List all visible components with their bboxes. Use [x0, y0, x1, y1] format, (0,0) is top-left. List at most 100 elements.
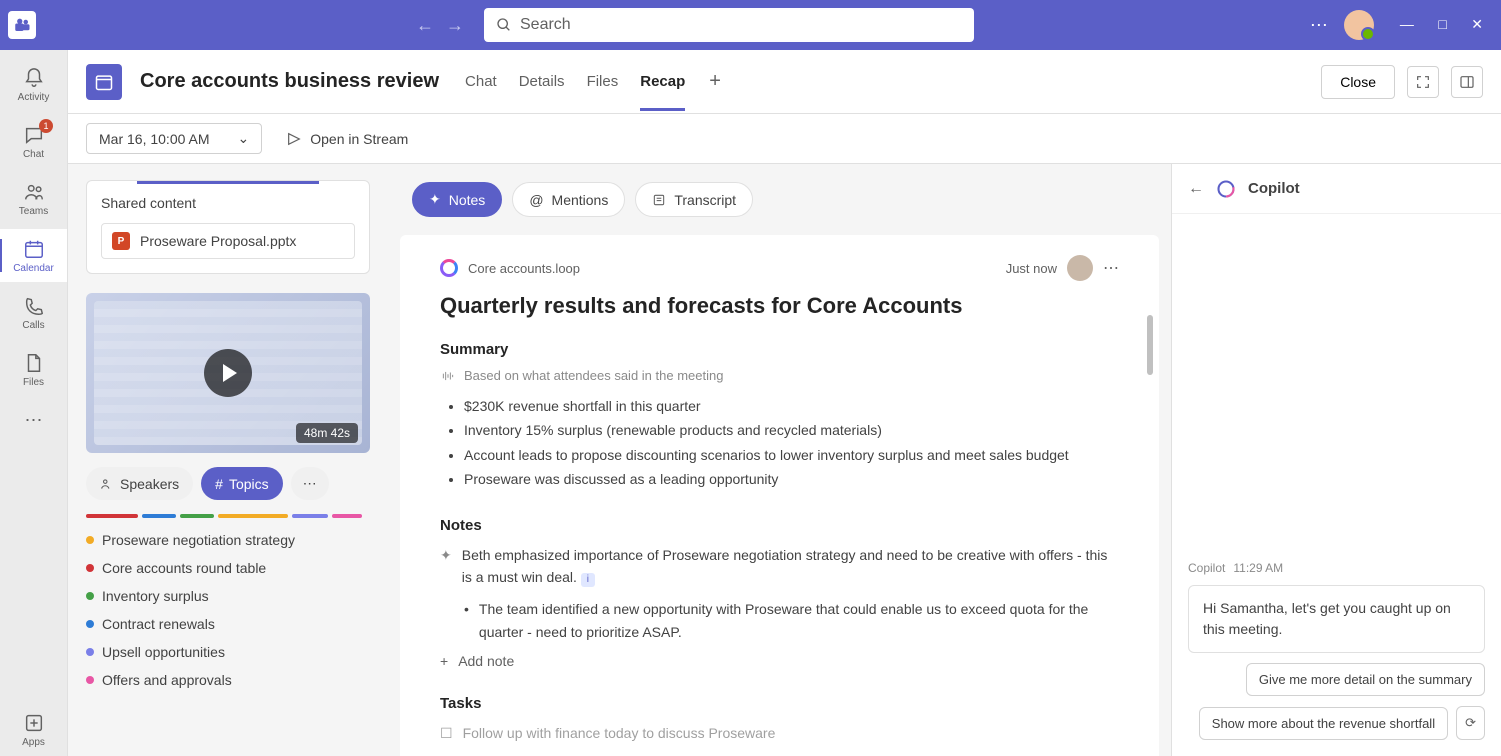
note-item: ✦ Beth emphasized importance of Prosewar… [440, 544, 1119, 589]
summary-item: Account leads to propose discounting sce… [464, 444, 1119, 466]
window-maximize-icon[interactable]: □ [1428, 10, 1456, 38]
apps-icon [22, 711, 46, 735]
loop-source[interactable]: Core accounts.loop [468, 261, 580, 276]
transcript-tab[interactable]: Transcript [635, 182, 753, 217]
more-icon: ⋯ [22, 408, 46, 432]
nav-back-icon[interactable]: ← [416, 15, 434, 36]
meeting-instance-dropdown[interactable]: Mar 16, 10:00 AM ⌄ [86, 123, 262, 154]
settings-more-icon[interactable]: ⋯ [1310, 15, 1328, 36]
add-tab-button[interactable]: + [703, 70, 727, 93]
close-button[interactable]: Close [1321, 65, 1395, 99]
user-avatar[interactable] [1344, 10, 1374, 40]
timeline-segment[interactable] [332, 514, 362, 518]
copilot-suggestion-2[interactable]: Show more about the revenue shortfall [1199, 707, 1448, 740]
copilot-message-meta: Copilot 11:29 AM [1188, 561, 1485, 575]
timeline-segment[interactable] [292, 514, 328, 518]
topic-item[interactable]: Upsell opportunities [86, 644, 370, 660]
topic-dot-icon [86, 648, 94, 656]
ai-sparkle-icon: ✦ [440, 544, 452, 589]
topic-dot-icon [86, 592, 94, 600]
notes-title: Quarterly results and forecasts for Core… [440, 293, 1119, 319]
more-pill[interactable]: ⋯ [291, 467, 329, 500]
notes-more-icon[interactable]: ⋯ [1103, 258, 1119, 278]
expand-icon[interactable] [1407, 66, 1439, 98]
recording-thumbnail[interactable]: 48m 42s [86, 293, 370, 453]
people-icon [22, 180, 46, 204]
hash-icon: # [215, 476, 223, 492]
copilot-suggestion-1[interactable]: Give me more detail on the summary [1246, 663, 1485, 696]
rail-more[interactable]: ⋯ [0, 400, 67, 440]
rail-teams[interactable]: Teams [0, 172, 67, 225]
tab-chat[interactable]: Chat [465, 53, 497, 111]
topic-label: Upsell opportunities [102, 644, 225, 660]
window-close-icon[interactable]: ✕ [1461, 10, 1493, 38]
info-badge-icon[interactable]: i [581, 573, 595, 587]
rail-files[interactable]: Files [0, 343, 67, 396]
topic-timeline [86, 514, 370, 518]
topic-dot-icon [86, 620, 94, 628]
copilot-refresh-button[interactable]: ⟳ [1456, 706, 1485, 740]
topic-item[interactable]: Proseware negotiation strategy [86, 532, 370, 548]
rail-calendar[interactable]: Calendar [0, 229, 67, 282]
rail-chat[interactable]: 1 Chat [0, 115, 67, 168]
search-input[interactable]: Search [484, 8, 974, 42]
speakers-pill[interactable]: Speakers [86, 467, 193, 500]
tab-recap[interactable]: Recap [640, 53, 685, 111]
phone-icon [22, 294, 46, 318]
tab-details[interactable]: Details [519, 53, 565, 111]
summary-subtitle: Based on what attendees said in the meet… [464, 368, 723, 383]
notes-card: Core accounts.loop Just now ⋯ Quarterly … [400, 235, 1159, 756]
shared-file-chip[interactable]: P Proseware Proposal.pptx [101, 223, 355, 259]
calendar-icon [22, 237, 46, 261]
search-placeholder: Search [520, 16, 571, 34]
timeline-segment[interactable] [180, 514, 214, 518]
recap-main: ✦ Notes @ Mentions Transcript [388, 164, 1171, 756]
open-in-stream-link[interactable]: Open in Stream [286, 131, 408, 147]
rail-calls[interactable]: Calls [0, 286, 67, 339]
rail-apps[interactable]: Apps [0, 703, 67, 756]
topic-label: Offers and approvals [102, 672, 232, 688]
meeting-datetime: Mar 16, 10:00 AM [99, 131, 210, 147]
transcript-icon [652, 193, 666, 207]
play-icon [204, 349, 252, 397]
bell-icon [22, 66, 46, 90]
recap-sidebar: Shared content P Proseware Proposal.pptx… [68, 164, 388, 756]
mentions-tab[interactable]: @ Mentions [512, 182, 625, 217]
timeline-segment[interactable] [218, 514, 288, 518]
panel-toggle-icon[interactable] [1451, 66, 1483, 98]
tab-files[interactable]: Files [587, 53, 619, 111]
search-icon [496, 17, 512, 33]
tasks-heading: Tasks [440, 695, 1119, 712]
checkbox-icon[interactable]: ☐ [440, 722, 453, 744]
topic-item[interactable]: Contract renewals [86, 616, 370, 632]
nav-forward-icon[interactable]: → [446, 15, 464, 36]
file-icon [22, 351, 46, 375]
shared-content-title: Shared content [101, 195, 355, 211]
timeline-segment[interactable] [86, 514, 138, 518]
refresh-icon: ⟳ [1465, 715, 1476, 731]
topic-dot-icon [86, 564, 94, 572]
rail-activity[interactable]: Activity [0, 58, 67, 111]
copilot-panel: ← Copilot Copilot 11:29 AM Hi Samantha, … [1171, 164, 1501, 756]
timeline-segment[interactable] [142, 514, 176, 518]
author-avatar[interactable] [1067, 255, 1093, 281]
scrollbar[interactable] [1147, 315, 1153, 375]
topic-label: Inventory surplus [102, 588, 209, 604]
topic-item[interactable]: Core accounts round table [86, 560, 370, 576]
topic-list: Proseware negotiation strategy Core accou… [86, 532, 370, 688]
task-item[interactable]: ☐ Follow up with finance today to discus… [440, 722, 1119, 744]
more-icon: ⋯ [303, 475, 317, 492]
copilot-back-icon[interactable]: ← [1188, 180, 1204, 198]
add-note-button[interactable]: + Add note [440, 653, 1119, 669]
window-minimize-icon[interactable]: — [1390, 10, 1424, 38]
shared-file-name: Proseware Proposal.pptx [140, 233, 296, 249]
summary-item: Inventory 15% surplus (renewable product… [464, 419, 1119, 441]
topic-item[interactable]: Offers and approvals [86, 672, 370, 688]
notes-tab[interactable]: ✦ Notes [412, 182, 502, 217]
loop-icon [440, 259, 458, 277]
topic-item[interactable]: Inventory surplus [86, 588, 370, 604]
copilot-message: Hi Samantha, let's get you caught up on … [1188, 585, 1485, 653]
topics-pill[interactable]: # Topics [201, 467, 282, 500]
summary-heading: Summary [440, 341, 1119, 358]
summary-list: $230K revenue shortfall in this quarterI… [440, 395, 1119, 491]
